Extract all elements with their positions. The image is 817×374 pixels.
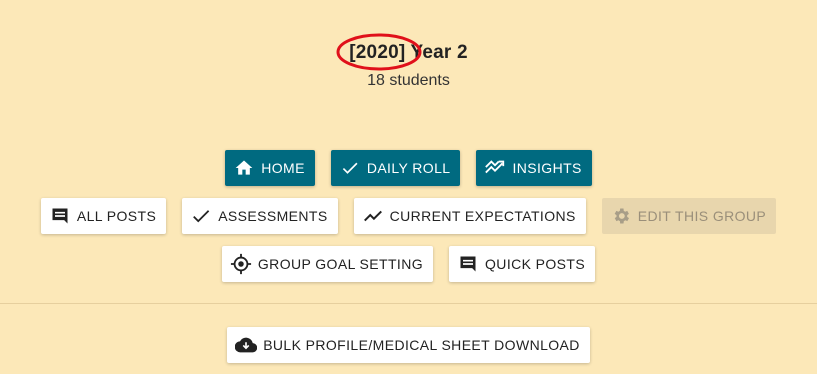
bulk-profile-download-button[interactable]: BULK PROFILE/MEDICAL SHEET DOWNLOAD xyxy=(227,327,590,363)
target-icon xyxy=(230,253,252,275)
comment-icon xyxy=(49,205,71,227)
daily-roll-label: DAILY ROLL xyxy=(366,160,451,176)
current-expectations-label: CURRENT EXPECTATIONS xyxy=(389,208,576,224)
tertiary-actions: GROUP GOAL SETTING QUICK POSTS xyxy=(0,246,817,282)
section-divider xyxy=(0,303,817,304)
home-icon xyxy=(233,157,255,179)
insights-button[interactable]: INSIGHTS xyxy=(476,150,592,186)
edit-group-button: EDIT THIS GROUP xyxy=(601,198,777,234)
gear-icon xyxy=(610,205,632,227)
assessments-label: ASSESSMENTS xyxy=(218,208,328,224)
edit-group-label: EDIT THIS GROUP xyxy=(637,208,767,224)
group-header: [2020] Year 2 18 students xyxy=(0,33,817,90)
home-button[interactable]: HOME xyxy=(225,150,315,186)
insights-icon xyxy=(484,157,506,179)
primary-nav: HOME DAILY ROLL INSIGHTS xyxy=(0,150,817,186)
cloud-download-icon xyxy=(235,334,258,356)
page-title: [2020] Year 2 xyxy=(336,33,468,71)
current-expectations-button[interactable]: CURRENT EXPECTATIONS xyxy=(353,198,586,234)
group-name: Year 2 xyxy=(410,42,468,63)
all-posts-button[interactable]: ALL POSTS xyxy=(40,198,167,234)
home-label: HOME xyxy=(261,160,305,176)
assessments-button[interactable]: ASSESSMENTS xyxy=(182,198,338,234)
group-goal-setting-button[interactable]: GROUP GOAL SETTING xyxy=(221,246,434,282)
secondary-actions: ALL POSTS ASSESSMENTS CURRENT EXPECTATIO… xyxy=(0,198,817,234)
quick-posts-label: QUICK POSTS xyxy=(485,256,586,272)
group-goal-setting-label: GROUP GOAL SETTING xyxy=(257,256,424,272)
year-tag: [2020] xyxy=(336,33,422,71)
all-posts-label: ALL POSTS xyxy=(76,208,157,224)
student-count: 18 students xyxy=(367,72,450,89)
quick-posts-button[interactable]: QUICK POSTS xyxy=(449,246,596,282)
year-tag-label: [2020] xyxy=(349,42,406,63)
trend-icon xyxy=(362,205,384,227)
check-icon xyxy=(190,205,212,227)
insights-label: INSIGHTS xyxy=(512,160,582,176)
download-actions: BULK PROFILE/MEDICAL SHEET DOWNLOAD xyxy=(0,327,817,363)
daily-roll-button[interactable]: DAILY ROLL xyxy=(330,150,461,186)
bulk-profile-download-label: BULK PROFILE/MEDICAL SHEET DOWNLOAD xyxy=(263,337,580,353)
check-icon xyxy=(339,157,361,179)
comment-icon xyxy=(457,253,479,275)
